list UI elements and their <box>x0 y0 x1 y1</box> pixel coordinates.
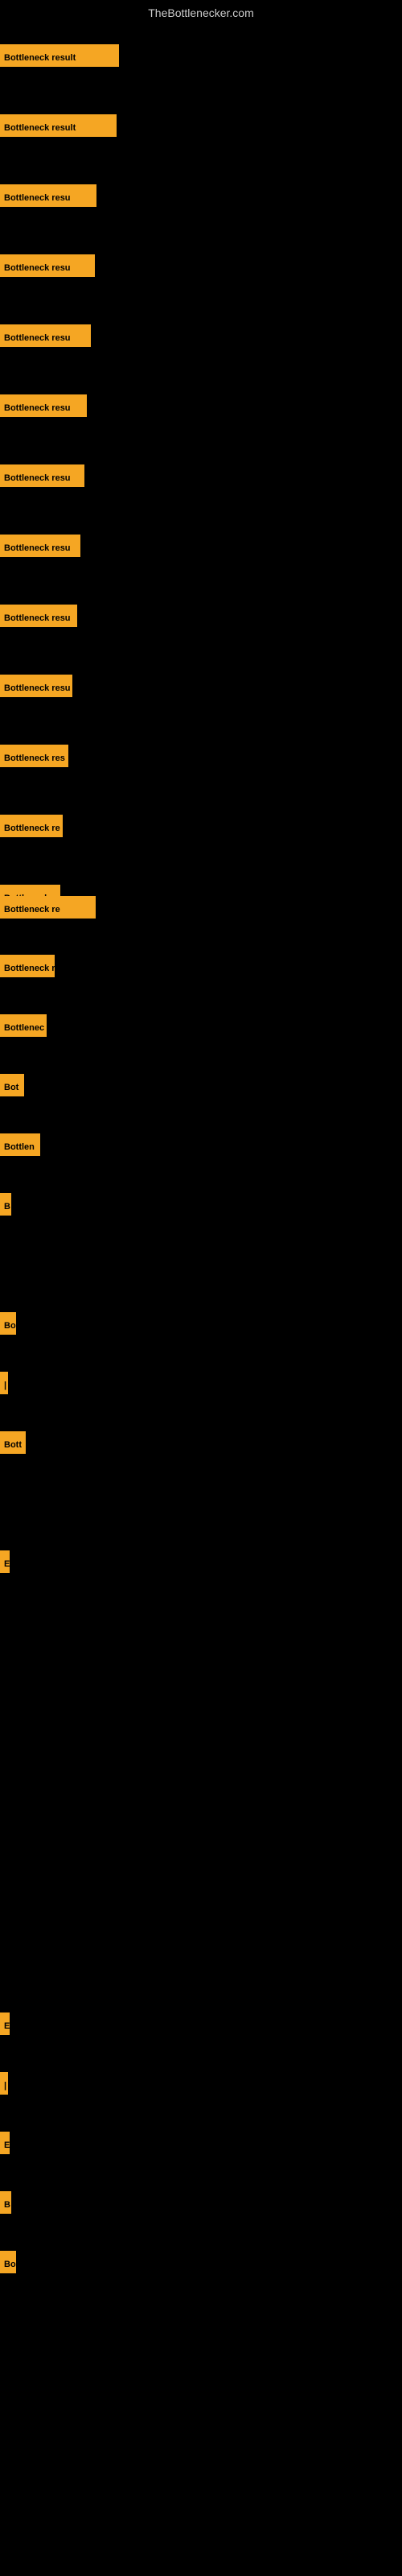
bar-label-7: Bottleneck resu <box>0 464 84 487</box>
bottleneck-bar-11: Bottleneck res <box>0 745 68 767</box>
bottleneck-bar-20: Bo <box>0 1312 16 1335</box>
bottleneck-bar-28: Bo <box>0 2251 16 2273</box>
bar-label-17: Bot <box>0 1074 24 1096</box>
bar-label-1: Bottleneck result <box>0 44 119 67</box>
bar-label-28: Bo <box>0 2251 16 2273</box>
bottleneck-bar-9: Bottleneck resu <box>0 605 77 627</box>
bottleneck-bar-6: Bottleneck resu <box>0 394 87 417</box>
bar-label-25: | <box>0 2072 8 2095</box>
bar-label-19: B <box>0 1193 11 1216</box>
bar-label-20: Bo <box>0 1312 16 1335</box>
bar-label-12: Bottleneck re <box>0 815 63 837</box>
bottleneck-bar-27: B <box>0 2191 11 2214</box>
bottleneck-bar-10: Bottleneck resu <box>0 675 72 697</box>
bar-label-21: | <box>0 1372 8 1394</box>
bottleneck-bar-22: Bott <box>0 1431 26 1454</box>
bar-label-16: Bottlenec <box>0 1014 47 1037</box>
bar-label-15: Bottleneck re <box>0 955 55 977</box>
bottleneck-bar-16: Bottlenec <box>0 1014 47 1037</box>
bottleneck-bar-17: Bot <box>0 1074 24 1096</box>
bottleneck-bar-24: E <box>0 2013 10 2035</box>
bar-label-10: Bottleneck resu <box>0 675 72 697</box>
bar-label-24: E <box>0 2013 10 2035</box>
bottleneck-bar-7: Bottleneck resu <box>0 464 84 487</box>
bottleneck-bar-5: Bottleneck resu <box>0 324 91 347</box>
bottleneck-bar-2: Bottleneck result <box>0 114 117 137</box>
bar-label-26: E <box>0 2132 10 2154</box>
bar-label-2: Bottleneck result <box>0 114 117 137</box>
bar-label-18: Bottlen <box>0 1133 40 1156</box>
bottleneck-bar-19: B <box>0 1193 11 1216</box>
bar-label-4: Bottleneck resu <box>0 254 95 277</box>
bottleneck-bar-4: Bottleneck resu <box>0 254 95 277</box>
site-title: TheBottlenecker.com <box>0 0 402 26</box>
bar-label-9: Bottleneck resu <box>0 605 77 627</box>
bottleneck-bar-21: | <box>0 1372 8 1394</box>
bottleneck-bar-1: Bottleneck result <box>0 44 119 67</box>
bottleneck-bar-26: E <box>0 2132 10 2154</box>
bottleneck-bar-3: Bottleneck resu <box>0 184 96 207</box>
bottleneck-bar-12: Bottleneck re <box>0 815 63 837</box>
bottleneck-bar-18: Bottlen <box>0 1133 40 1156</box>
bar-label-22: Bott <box>0 1431 26 1454</box>
bar-label-5: Bottleneck resu <box>0 324 91 347</box>
bar-label-27: B <box>0 2191 11 2214</box>
bottleneck-bar-23: E <box>0 1550 10 1573</box>
bottleneck-bar-14: Bottleneck re <box>0 896 96 919</box>
bottleneck-bar-8: Bottleneck resu <box>0 535 80 557</box>
bar-label-23: E <box>0 1550 10 1573</box>
bar-label-14: Bottleneck re <box>0 896 96 919</box>
bottleneck-bar-15: Bottleneck re <box>0 955 55 977</box>
bar-label-11: Bottleneck res <box>0 745 68 767</box>
bar-label-8: Bottleneck resu <box>0 535 80 557</box>
bottleneck-bar-25: | <box>0 2072 8 2095</box>
bar-label-3: Bottleneck resu <box>0 184 96 207</box>
bar-label-6: Bottleneck resu <box>0 394 87 417</box>
